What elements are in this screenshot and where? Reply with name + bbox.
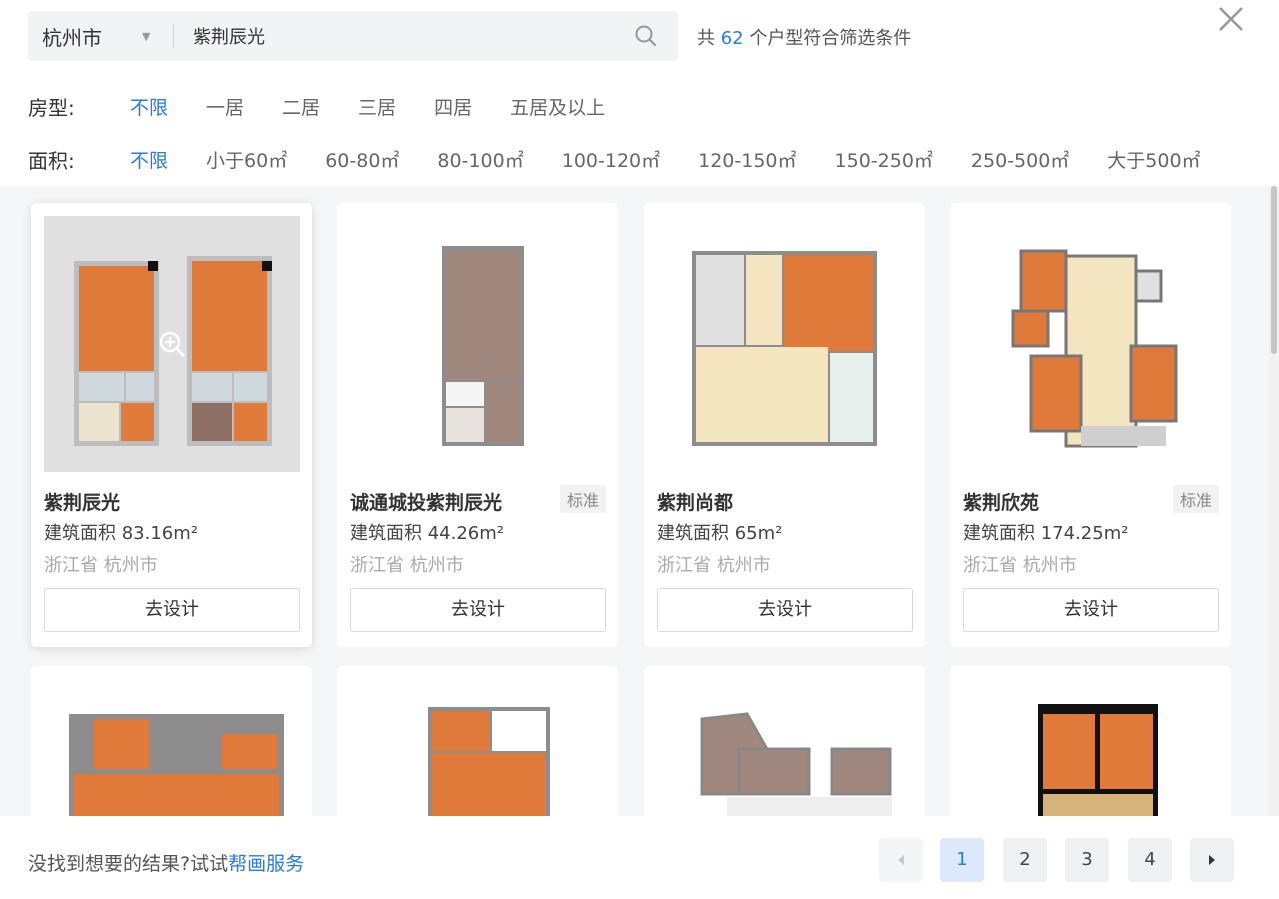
area-option[interactable]: 小于60㎡ [206, 146, 287, 173]
city-label: 杭州市 [42, 25, 102, 50]
card-area: 建筑面积 174.25m² [963, 523, 1129, 544]
standard-tag: 标准 [1172, 485, 1219, 513]
room-option[interactable]: 一居 [206, 93, 244, 120]
card-title: 紫荆辰光 [44, 492, 121, 514]
zoom-in-icon [159, 331, 185, 357]
page-button[interactable]: 1 [940, 838, 984, 882]
area-option[interactable]: 不限 [130, 146, 168, 173]
floorplan-image[interactable] [657, 216, 913, 472]
help-draw-link[interactable]: 帮画服务 [228, 853, 304, 875]
area-option[interactable]: 120-150㎡ [698, 146, 796, 173]
design-button[interactable]: 去设计 [657, 588, 913, 632]
card-location: 浙江省 杭州市 [657, 555, 771, 576]
room-filter: 房型: 不限 一居 二居 三居 四居 五居及以上 [28, 92, 643, 121]
card-title: 紫荆尚都 [657, 492, 734, 514]
floorplan-image[interactable] [350, 216, 606, 472]
room-option[interactable]: 二居 [282, 93, 320, 120]
filter-header: 杭州市 ▼ 紫荆辰光 共 62 个户型符合筛选条件 房型: 不限 一居 二居 三… [0, 0, 1279, 186]
area-option[interactable]: 250-500㎡ [971, 146, 1069, 173]
search-icon[interactable] [633, 23, 659, 49]
card-location: 浙江省 杭州市 [44, 555, 158, 576]
result-number: 62 [720, 28, 744, 49]
card-title: 紫荆欣苑 [963, 492, 1040, 514]
page-button[interactable]: 2 [1003, 838, 1047, 882]
floorplan-card[interactable] [950, 666, 1231, 816]
footer-text: 没找到想要的结果?试试帮画服务 [28, 849, 304, 876]
floorplan-card[interactable]: 紫荆辰光 建筑面积 83.16m² 浙江省 杭州市 去设计 [31, 203, 312, 647]
page-button[interactable]: 4 [1128, 838, 1172, 882]
floorplan-grid: 紫荆辰光 建筑面积 83.16m² 浙江省 杭州市 去设计 诚通城投紫荆辰光 标… [0, 186, 1279, 816]
card-area: 建筑面积 65m² [657, 523, 783, 544]
prev-page-button[interactable] [879, 838, 923, 882]
room-option[interactable]: 五居及以上 [510, 93, 605, 120]
footer-prompt: 没找到想要的结果?试试 [28, 853, 229, 875]
area-option[interactable]: 60-80㎡ [325, 146, 399, 173]
room-option[interactable]: 三居 [358, 93, 396, 120]
card-location: 浙江省 杭州市 [963, 555, 1077, 576]
search-input[interactable]: 紫荆辰光 [174, 23, 633, 49]
footer-bar: 没找到想要的结果?试试帮画服务 1 2 3 4 [0, 816, 1279, 890]
result-prefix: 共 [697, 28, 715, 49]
floorplan-image[interactable] [350, 679, 606, 816]
room-option[interactable]: 四居 [434, 93, 472, 120]
scrollbar-thumb[interactable] [1271, 186, 1277, 354]
next-page-button[interactable] [1190, 838, 1234, 882]
floorplan-image[interactable] [44, 216, 300, 472]
search-bar: 杭州市 ▼ 紫荆辰光 [28, 11, 678, 61]
area-option[interactable]: 150-250㎡ [835, 146, 933, 173]
design-button[interactable]: 去设计 [963, 588, 1219, 632]
card-location: 浙江省 杭州市 [350, 555, 464, 576]
area-filter-label: 面积: [28, 149, 75, 173]
floorplan-card[interactable] [337, 666, 618, 816]
close-icon[interactable] [1216, 4, 1246, 34]
room-filter-label: 房型: [28, 96, 75, 120]
result-count: 共 62 个户型符合筛选条件 [697, 24, 911, 50]
card-area: 建筑面积 83.16m² [44, 523, 199, 544]
area-filter: 面积: 不限 小于60㎡ 60-80㎡ 80-100㎡ 100-120㎡ 120… [28, 145, 1239, 174]
floorplan-card[interactable] [644, 666, 925, 816]
floorplan-card[interactable] [31, 666, 312, 816]
floorplan-image[interactable] [44, 679, 300, 816]
floorplan-card[interactable]: 诚通城投紫荆辰光 标准 建筑面积 44.26m² 浙江省 杭州市 去设计 [337, 203, 618, 647]
floorplan-image[interactable] [963, 679, 1219, 816]
page-button[interactable]: 3 [1065, 838, 1109, 882]
design-button[interactable]: 去设计 [350, 588, 606, 632]
design-button[interactable]: 去设计 [44, 588, 300, 632]
floorplan-card[interactable]: 紫荆尚都 建筑面积 65m² 浙江省 杭州市 去设计 [644, 203, 925, 647]
scrollbar[interactable] [1269, 186, 1279, 816]
result-suffix: 个户型符合筛选条件 [749, 28, 912, 49]
floorplan-image[interactable] [657, 679, 913, 816]
standard-tag: 标准 [559, 485, 606, 513]
room-option[interactable]: 不限 [130, 93, 168, 120]
floorplan-card[interactable]: 紫荆欣苑 标准 建筑面积 174.25m² 浙江省 杭州市 去设计 [950, 203, 1231, 647]
area-option[interactable]: 100-120㎡ [562, 146, 660, 173]
area-option[interactable]: 80-100㎡ [437, 146, 523, 173]
card-area: 建筑面积 44.26m² [350, 523, 505, 544]
city-select[interactable]: 杭州市 ▼ [28, 22, 173, 51]
area-option[interactable]: 大于500㎡ [1107, 146, 1200, 173]
caret-down-icon: ▼ [142, 29, 151, 43]
card-title: 诚通城投紫荆辰光 [350, 492, 503, 514]
floorplan-image[interactable] [963, 216, 1219, 472]
